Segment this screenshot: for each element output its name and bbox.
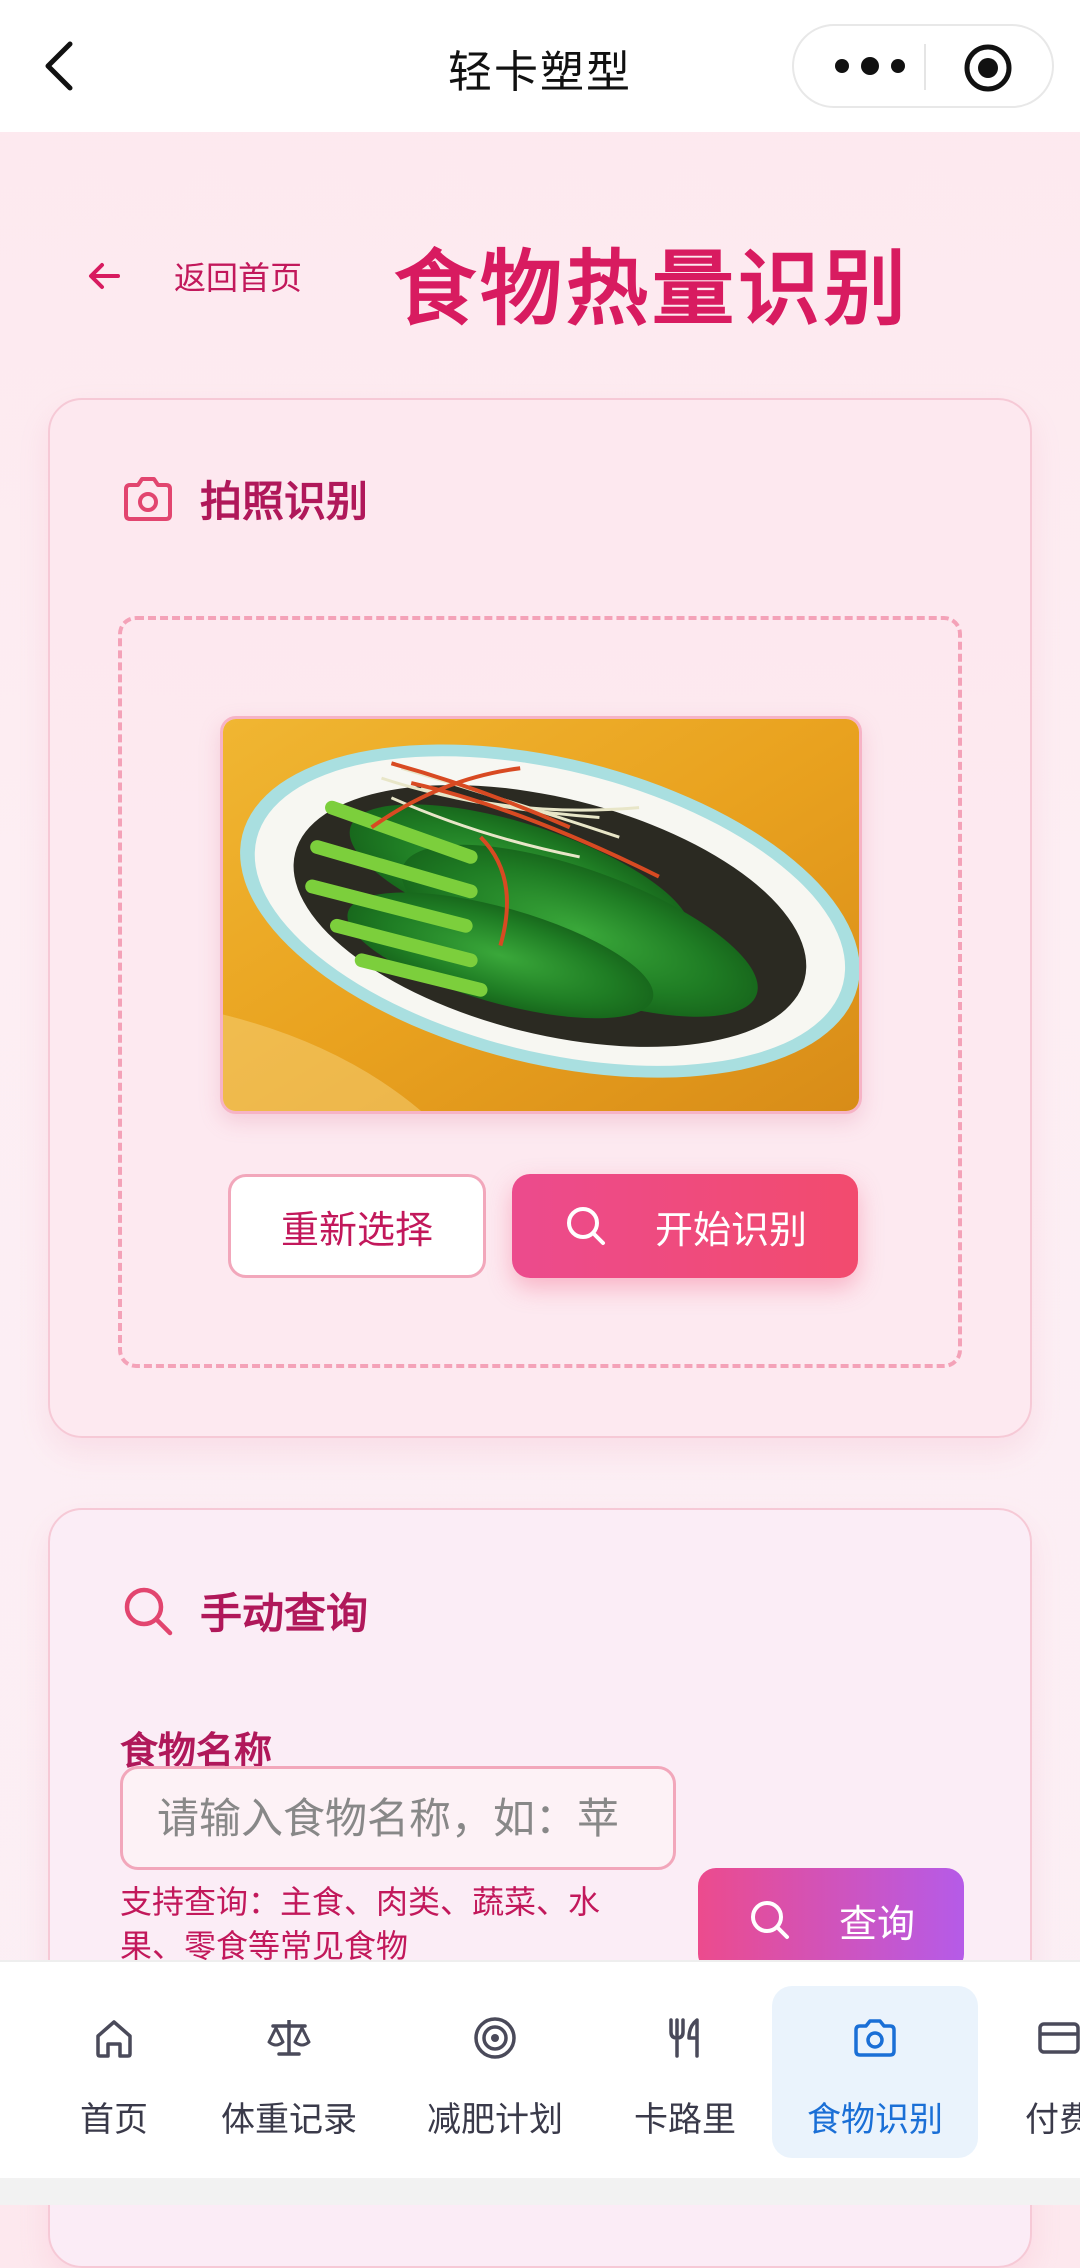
upload-dropzone[interactable]: 重新选择 开始识别 xyxy=(118,616,962,1368)
tab-calories[interactable]: 卡路里 xyxy=(622,1986,748,2158)
target-icon xyxy=(474,2017,516,2059)
query-label: 查询 xyxy=(838,1901,915,1946)
manual-card-title: 手动查询 xyxy=(200,1589,369,1638)
tab-weight-record[interactable]: 体重记录 xyxy=(210,1986,368,2158)
photo-card-header: 拍照识别 xyxy=(120,468,368,529)
back-home-label: 返回首页 xyxy=(174,259,303,297)
scale-icon xyxy=(267,2020,311,2056)
tab-home-label: 首页 xyxy=(80,2100,148,2140)
page-title: 食物热量识别 xyxy=(394,242,911,337)
manual-card-header: 手动查询 xyxy=(120,1580,368,1641)
query-button[interactable]: 查询 xyxy=(698,1868,964,1972)
food-photo xyxy=(220,716,862,1114)
photo-recognition-card: 拍照识别 重新选择 开始识别 xyxy=(48,398,1032,1438)
start-recognition-label: 开始识别 xyxy=(654,1207,807,1252)
tab-weight-record-label: 体重记录 xyxy=(221,2100,357,2140)
utensils-icon xyxy=(669,2018,699,2058)
search-icon xyxy=(750,1901,789,1939)
camera-icon xyxy=(124,476,172,521)
photo-card-title: 拍照识别 xyxy=(200,477,369,526)
app-topbar: 轻卡塑型 xyxy=(0,0,1080,132)
tab-payment-label: 付费 xyxy=(1025,2100,1080,2140)
tab-diet-plan[interactable]: 减肥计划 xyxy=(416,1986,574,2158)
tab-payment[interactable]: 付费 xyxy=(1004,1986,1080,2158)
arrow-left-icon xyxy=(89,263,120,289)
close-miniprogram-icon[interactable] xyxy=(962,42,1014,94)
card-icon xyxy=(1038,2022,1080,2054)
start-recognition-button[interactable]: 开始识别 xyxy=(512,1174,858,1278)
food-name-input[interactable] xyxy=(120,1766,676,1870)
search-icon xyxy=(566,1207,605,1245)
tab-calories-label: 卡路里 xyxy=(634,2100,736,2140)
tab-food-recognition-label: 食物识别 xyxy=(807,2100,943,2140)
query-hint: 支持查询：主食、肉类、蔬菜、水果、零食等常见食物 xyxy=(120,1883,601,1965)
capsule-menu xyxy=(792,24,1054,108)
home-indicator-area xyxy=(0,2178,1080,2205)
back-home-link[interactable]: 返回首页 xyxy=(84,248,302,304)
bottom-tab-bar: 首页 体重记录 减肥计划 卡路里 食物识别 付费 xyxy=(0,1960,1080,2180)
tab-home[interactable]: 首页 xyxy=(54,1986,174,2158)
more-icon[interactable] xyxy=(830,46,920,86)
search-icon xyxy=(124,1587,173,1635)
tab-diet-plan-label: 减肥计划 xyxy=(427,2100,563,2140)
reselect-button[interactable]: 重新选择 xyxy=(228,1174,486,1278)
tab-food-recognition[interactable]: 食物识别 xyxy=(772,1986,978,2158)
capsule-divider xyxy=(924,44,926,90)
camera-icon xyxy=(854,2019,896,2057)
home-icon xyxy=(96,2020,132,2058)
